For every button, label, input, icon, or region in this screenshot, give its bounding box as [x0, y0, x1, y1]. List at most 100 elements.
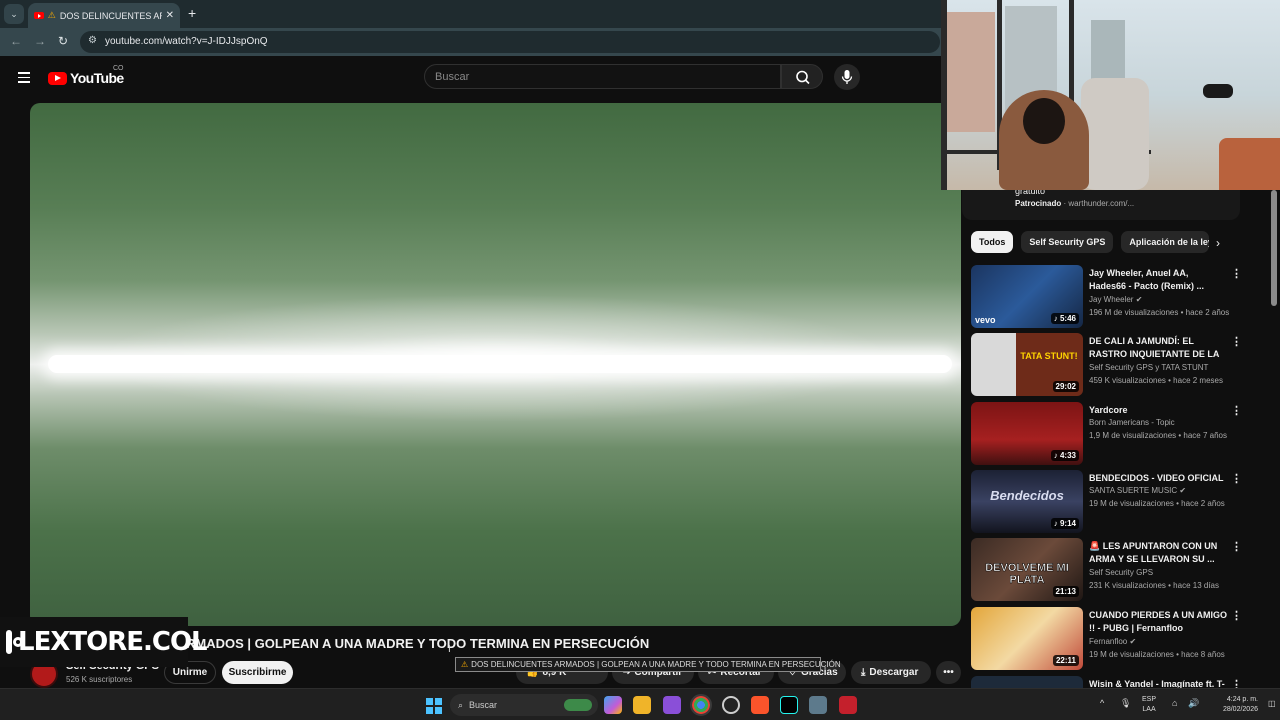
video-thumbnail[interactable]: DEVOLVEME MI PLATA 21:13: [971, 538, 1083, 601]
video-meta: 19 M de visualizaciones • hace 2 años: [1089, 499, 1225, 508]
more-horizontal-icon: •••: [943, 667, 954, 678]
country-code: CO: [113, 65, 124, 72]
more-vertical-icon[interactable]: ⋮: [1231, 678, 1242, 688]
thumbnail-caption: DEVOLVEME MI PLATA: [985, 562, 1069, 587]
chip-channel[interactable]: Self Security GPS: [1021, 231, 1114, 253]
tiktok-icon[interactable]: [780, 696, 798, 714]
video-thumbnail[interactable]: vevo ♪ 5:46: [971, 265, 1083, 328]
omnibox[interactable]: ⚙ youtube.com/watch?v=J-IDJJspOnQ: [80, 31, 940, 53]
video-thumbnail[interactable]: Bendecidos ♪ 9:14: [971, 470, 1083, 533]
recommendation-item[interactable]: ♪ 4:33 Yardcore Born Jamericans - Topic …: [971, 402, 1251, 466]
chip-all[interactable]: Todos: [971, 231, 1014, 253]
more-vertical-icon[interactable]: ⋮: [1231, 540, 1242, 553]
download-button[interactable]: ⤓ Descargar: [851, 661, 931, 684]
duration-badge: 21:13: [1052, 586, 1079, 597]
shield-app-icon[interactable]: [839, 696, 857, 714]
notification-icon[interactable]: ◫: [1268, 699, 1276, 709]
network-icon[interactable]: ⌂: [1172, 698, 1177, 708]
recommendation-item[interactable]: DEVOLVEME MI PLATA 21:13 🚨 LES APUNTARON…: [971, 538, 1251, 602]
brave-browser-icon[interactable]: [751, 696, 769, 714]
forward-icon[interactable]: →: [34, 34, 46, 48]
building-image: [947, 12, 995, 132]
youtube-logo[interactable]: YouTube CO: [48, 65, 124, 86]
youtube-favicon-icon: [34, 12, 44, 19]
copilot-icon[interactable]: [604, 696, 622, 714]
stream-watermark: LEXTORE.COL: [0, 617, 208, 667]
subscribe-button[interactable]: Suscribirme: [222, 661, 293, 684]
more-vertical-icon[interactable]: ⋮: [1231, 472, 1242, 485]
new-tab-button[interactable]: +: [188, 5, 196, 21]
chrome-icon[interactable]: [690, 694, 712, 716]
channel-name[interactable]: Fernanfloo ✔: [1089, 637, 1136, 646]
voice-search-button[interactable]: [834, 64, 860, 90]
more-vertical-icon[interactable]: ⋮: [1231, 609, 1242, 622]
video-thumbnail[interactable]: ♪ 4:33: [971, 402, 1083, 465]
file-explorer-icon[interactable]: [633, 696, 651, 714]
video-title[interactable]: 🚨 LES APUNTARON CON UN ARMA Y SE LLEVARO…: [1089, 540, 1227, 566]
url-text[interactable]: youtube.com/watch?v=J-IDJJspOnQ: [105, 36, 268, 47]
chip-law-enforcement[interactable]: Aplicación de la ley: [1121, 231, 1210, 253]
taskbar-search[interactable]: ⌕ Buscar: [450, 694, 598, 716]
recommendation-item[interactable]: TATA STUNT! 29:02 DE CALI A JAMUNDÍ: EL …: [971, 333, 1251, 397]
recommendation-item[interactable]: 22:11 CUANDO PIERDES A UN AMIGO !! - PUB…: [971, 607, 1251, 671]
settings-gear-icon[interactable]: [809, 696, 827, 714]
video-title[interactable]: Yardcore: [1089, 404, 1227, 417]
video-thumbnail[interactable]: TATA STUNT! 29:02: [971, 333, 1083, 396]
video-thumbnail[interactable]: 22:11: [971, 607, 1083, 670]
channel-name[interactable]: SANTA SUERTE MUSIC ✔: [1089, 486, 1186, 495]
search-input[interactable]: [425, 65, 780, 88]
active-tab[interactable]: ⚠ DOS DELINCUENTES ARMA ✕: [28, 3, 180, 28]
tab-close-icon[interactable]: ✕: [166, 10, 174, 21]
recommendation-item[interactable]: vevo ♪ 5:46 Jay Wheeler, Anuel AA, Hades…: [971, 265, 1251, 329]
sidebar-scrollbar[interactable]: [1271, 190, 1277, 306]
tab-search-menu[interactable]: ⌄: [4, 4, 24, 24]
search-icon: [796, 70, 810, 85]
instagram-icon: [6, 630, 23, 654]
channel-name[interactable]: Self Security GPS: [1089, 568, 1153, 577]
more-vertical-icon[interactable]: ⋮: [1231, 335, 1242, 348]
channel-name[interactable]: Born Jamericans - Topic: [1089, 418, 1175, 427]
video-player[interactable]: [30, 103, 961, 626]
video-title[interactable]: CUANDO PIERDES A UN AMIGO !! - PUBG | Fe…: [1089, 609, 1227, 635]
video-title[interactable]: Wisin & Yandel - Imagínate ft. T-: [1089, 678, 1227, 688]
microphone-tray-icon[interactable]: 🎙: [1120, 698, 1131, 708]
video-title[interactable]: DE CALI A JAMUNDÍ: EL RASTRO INQUIETANTE…: [1089, 335, 1227, 361]
site-settings-icon[interactable]: ⚙: [88, 35, 97, 46]
windows-start-icon[interactable]: [426, 698, 442, 714]
clock[interactable]: 4:24 p. m. 28/02/2026: [1208, 695, 1258, 715]
chevron-up-icon[interactable]: ^: [1100, 698, 1104, 708]
reload-icon[interactable]: ↻: [58, 34, 68, 48]
more-vertical-icon[interactable]: ⋮: [1231, 267, 1242, 280]
video-meta: 459 K visualizaciones • hace 2 meses: [1089, 376, 1223, 385]
menu-icon[interactable]: [18, 72, 30, 83]
weather-widget-icon: [564, 699, 592, 711]
video-meta: 1,9 M de visualizaciones • hace 7 años: [1089, 431, 1227, 440]
video-title[interactable]: BENDECIDOS - VIDEO OFICIAL: [1089, 472, 1227, 485]
download-icon: ⤓: [861, 667, 866, 678]
obs-icon[interactable]: [722, 696, 740, 714]
chevron-right-icon[interactable]: ›: [1216, 236, 1220, 250]
verified-icon: ✔: [1135, 295, 1143, 304]
microphone-arm-image: [1203, 84, 1233, 98]
verified-icon: ✔: [1179, 486, 1187, 495]
volume-icon[interactable]: 🔊: [1188, 698, 1199, 708]
recommendation-item[interactable]: Wisin & Yandel - Imagínate ft. T- ⋮: [971, 676, 1251, 688]
search-button[interactable]: [781, 64, 823, 89]
channel-name[interactable]: Self Security GPS y TATA STUNT: [1089, 363, 1208, 372]
duration-badge: 22:11: [1052, 655, 1079, 666]
more-actions-button[interactable]: •••: [936, 661, 961, 684]
vevo-logo: vevo: [975, 315, 996, 325]
recommendation-item[interactable]: Bendecidos ♪ 9:14 BENDECIDOS - VIDEO OFI…: [971, 470, 1251, 534]
video-meta: 196 M de visualizaciones • hace 2 años: [1089, 308, 1230, 317]
more-vertical-icon[interactable]: ⋮: [1231, 404, 1242, 417]
search-box[interactable]: [424, 64, 781, 89]
video-title[interactable]: Jay Wheeler, Anuel AA, Hades66 - Pacto (…: [1089, 267, 1227, 293]
language-indicator[interactable]: ESP LAA: [1142, 695, 1156, 715]
channel-name[interactable]: Jay Wheeler ✔: [1089, 295, 1142, 304]
title-tooltip: ⚠ DOS DELINCUENTES ARMADOS | GOLPEAN A U…: [455, 657, 841, 672]
twitch-app-icon[interactable]: [663, 696, 681, 714]
video-thumbnail[interactable]: [971, 676, 1083, 688]
video-frame-light-streak: [48, 355, 952, 373]
microphone-icon: [841, 70, 853, 84]
back-icon[interactable]: ←: [10, 34, 22, 48]
